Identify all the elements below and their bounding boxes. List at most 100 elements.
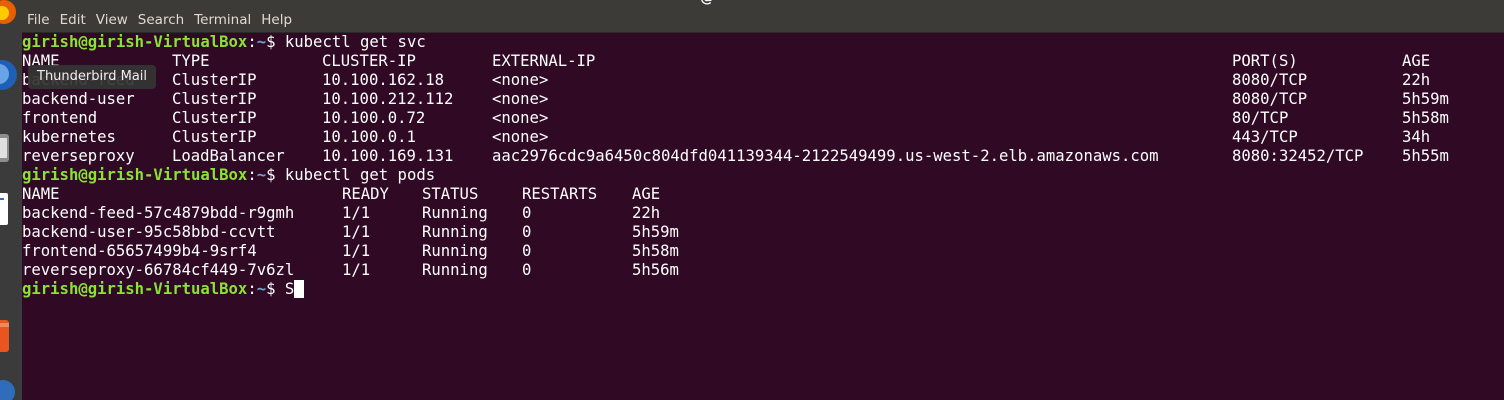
column-header: STATUS xyxy=(422,185,479,203)
table-cell: kubernetes xyxy=(22,128,116,146)
command-text: kubectl get svc xyxy=(284,33,426,51)
command-input[interactable]: S xyxy=(285,280,294,298)
terminal-output[interactable]: girish@girish-VirtualBox:~$ kubectl get … xyxy=(22,33,1504,400)
table-cell: 1/1 xyxy=(342,261,371,279)
table-header: NAME READY STATUS RESTARTS AGE xyxy=(22,185,1504,204)
files-icon[interactable] xyxy=(0,128,22,168)
column-header: EXTERNAL-IP xyxy=(492,52,596,70)
table-cell: 8080:32452/TCP xyxy=(1232,147,1364,165)
table-row: reverseproxy-66784cf449-7v6zl 1/1 Runnin… xyxy=(22,261,1504,280)
table-cell: 10.100.169.131 xyxy=(322,147,454,165)
menu-bar: File Edit View Search Terminal Help xyxy=(22,12,297,32)
prompt-line: girish@girish-VirtualBox:~$ kubectl get … xyxy=(22,166,436,184)
table-cell: 0 xyxy=(522,242,532,260)
table-row: backend-feed-57c4879bdd-r9gmh 1/1 Runnin… xyxy=(22,204,1504,223)
software-center-icon[interactable] xyxy=(0,315,22,357)
libreoffice-writer-icon[interactable] xyxy=(0,188,22,230)
help-icon[interactable] xyxy=(0,372,22,400)
table-cell: <none> xyxy=(492,71,549,89)
thunderbird-icon[interactable] xyxy=(0,52,22,98)
table-cell: backend-user-95c58bbd-ccvtt xyxy=(22,223,276,241)
prompt-symbol: $ xyxy=(266,33,276,51)
table-cell: Running xyxy=(422,261,488,279)
column-header: RESTARTS xyxy=(522,185,598,203)
table-cell: LoadBalancer xyxy=(172,147,285,165)
prompt-user-host: girish@girish-VirtualBox xyxy=(22,33,248,51)
table-cell: reverseproxy xyxy=(22,147,135,165)
window-title: @ xyxy=(700,0,714,6)
table-cell: ClusterIP xyxy=(172,109,257,127)
table-cell: 0 xyxy=(522,261,532,279)
table-cell: 80/TCP xyxy=(1232,109,1289,127)
table-cell: 8080/TCP xyxy=(1232,71,1308,89)
table-cell: ClusterIP xyxy=(172,71,257,89)
table-row: frontend ClusterIP 10.100.0.72 <none> 80… xyxy=(22,109,1504,128)
command-text: kubectl get pods xyxy=(284,166,436,184)
table-cell: backend-user xyxy=(22,90,135,108)
prompt-path: ~ xyxy=(256,33,267,51)
menu-view[interactable]: View xyxy=(91,12,133,32)
table-cell: Running xyxy=(422,223,488,241)
prompt-symbol: $ xyxy=(266,166,276,184)
table-row: backend-user-95c58bbd-ccvtt 1/1 Running … xyxy=(22,223,1504,242)
menu-search[interactable]: Search xyxy=(133,12,189,32)
table-cell: frontend-65657499b4-9srf4 xyxy=(22,242,257,260)
table-cell: 5h59m xyxy=(1402,90,1449,108)
table-cell: 1/1 xyxy=(342,242,371,260)
table-cell: Running xyxy=(422,204,488,222)
table-cell: 8080/TCP xyxy=(1232,90,1308,108)
table-cell: 5h58m xyxy=(1402,109,1449,127)
table-cell: 34h xyxy=(1402,128,1431,146)
menu-file[interactable]: File xyxy=(22,12,55,32)
terminal-titlebar: @ File Edit View Search Terminal Help xyxy=(0,0,1504,33)
table-cell: 5h58m xyxy=(632,242,679,260)
table-cell: 5h59m xyxy=(632,223,679,241)
table-cell: 22h xyxy=(1402,71,1431,89)
table-cell: 5h55m xyxy=(1402,147,1449,165)
prompt-symbol: $ xyxy=(266,280,276,298)
menu-edit[interactable]: Edit xyxy=(55,12,91,32)
table-cell: 443/TCP xyxy=(1232,128,1298,146)
column-header: AGE xyxy=(632,185,661,203)
table-cell: ClusterIP xyxy=(172,90,257,108)
table-cell: 5h56m xyxy=(632,261,679,279)
table-cell: <none> xyxy=(492,109,549,127)
prompt-line: girish@girish-VirtualBox:~$ kubectl get … xyxy=(22,33,426,51)
table-cell: ClusterIP xyxy=(172,128,257,146)
table-cell: Running xyxy=(422,242,488,260)
column-header: NAME xyxy=(22,185,60,203)
menu-terminal[interactable]: Terminal xyxy=(189,12,256,32)
table-cell: <none> xyxy=(492,128,549,146)
table-cell: 22h xyxy=(632,204,661,222)
prompt-path: ~ xyxy=(256,166,267,184)
column-header: AGE xyxy=(1402,52,1431,70)
table-cell: 0 xyxy=(522,223,532,241)
column-header: TYPE xyxy=(172,52,210,70)
column-header: PORT(S) xyxy=(1232,52,1298,70)
column-header: CLUSTER-IP xyxy=(322,52,416,70)
table-row: reverseproxy LoadBalancer 10.100.169.131… xyxy=(22,147,1504,166)
table-row: backend-user ClusterIP 10.100.212.112 <n… xyxy=(22,90,1504,109)
table-cell: 1/1 xyxy=(342,204,371,222)
text-cursor xyxy=(294,280,305,298)
table-cell: aac2976cdc9a6450c804dfd041139344-2122549… xyxy=(492,147,1159,165)
prompt-path: ~ xyxy=(256,280,267,298)
table-row: frontend-65657499b4-9srf4 1/1 Running 0 … xyxy=(22,242,1504,261)
table-cell: <none> xyxy=(492,90,549,108)
table-row: backend-feed ClusterIP 10.100.162.18 <no… xyxy=(22,71,1504,90)
table-cell: 10.100.162.18 xyxy=(322,71,445,89)
firefox-icon[interactable] xyxy=(0,0,22,34)
table-cell: frontend xyxy=(22,109,98,127)
column-header: READY xyxy=(342,185,389,203)
launcher-dock xyxy=(0,0,22,400)
prompt-line: girish@girish-VirtualBox:~$ S xyxy=(22,280,1504,299)
table-cell: 0 xyxy=(522,204,532,222)
prompt-user-host: girish@girish-VirtualBox xyxy=(22,280,248,298)
table-cell: backend-feed-57c4879bdd-r9gmh xyxy=(22,204,295,222)
table-header: NAME TYPE CLUSTER-IP EXTERNAL-IP PORT(S)… xyxy=(22,52,1504,71)
table-cell: 10.100.0.1 xyxy=(322,128,416,146)
menu-help[interactable]: Help xyxy=(256,12,297,32)
launcher-tooltip: Thunderbird Mail xyxy=(28,65,157,89)
prompt-user-host: girish@girish-VirtualBox xyxy=(22,166,248,184)
table-row: kubernetes ClusterIP 10.100.0.1 <none> 4… xyxy=(22,128,1504,147)
